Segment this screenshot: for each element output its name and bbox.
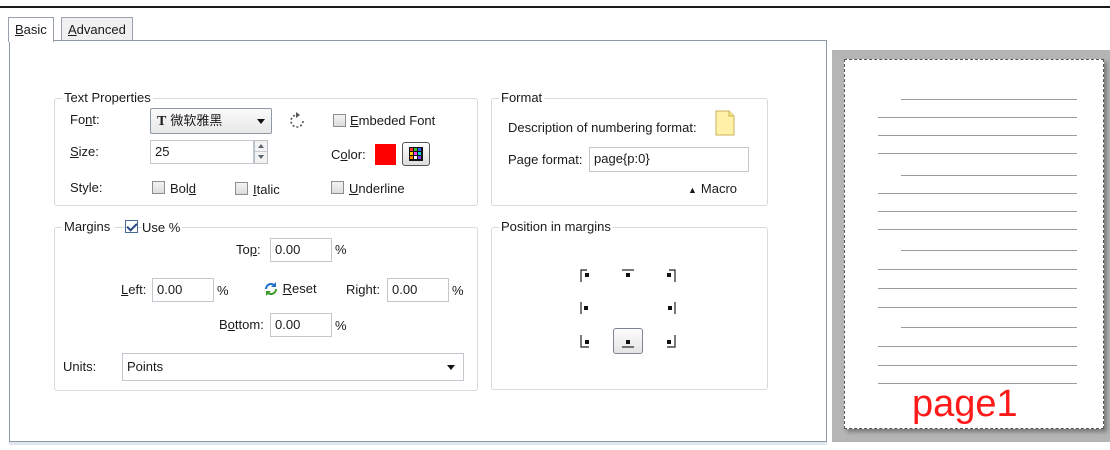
preview-line [878, 269, 1077, 270]
preview-line [878, 153, 1077, 154]
chevron-down-icon [257, 119, 265, 124]
chevron-down-icon [447, 365, 455, 370]
font-value: 微软雅黑 [170, 113, 223, 128]
note-icon[interactable] [714, 110, 736, 136]
position-title: Position in margins [499, 219, 613, 235]
tab-bar: Basic Advanced [8, 17, 828, 42]
margins-title: Margins [62, 219, 115, 235]
stepper-down-icon[interactable] [255, 152, 267, 163]
top-percent: % [335, 242, 347, 257]
position-bottom-right-button[interactable] [660, 334, 676, 348]
margins-group: Margins Use % Top: 0.00 % Left: 0.00 % R… [54, 219, 478, 391]
position-top-left-button[interactable] [580, 269, 596, 283]
bottom-margin-input[interactable]: 0.00 [270, 313, 332, 337]
preview-page-number: page1 [912, 383, 1018, 425]
left-percent: % [217, 283, 229, 298]
macro-button[interactable]: ▲ Macro [688, 181, 737, 198]
embeded-font-label: Embeded Font [350, 113, 436, 128]
position-middle-right-button[interactable] [660, 301, 676, 315]
bold-label: Bold [170, 181, 197, 196]
format-title: Format [499, 90, 545, 106]
format-group: Format Description of numbering format: … [491, 90, 768, 206]
left-label: Left: [121, 282, 147, 297]
top-label: Top: [236, 242, 261, 257]
color-label: Color: [331, 147, 366, 162]
font-combo[interactable]: T 微软雅黑 [150, 108, 272, 134]
reset-icon [265, 281, 277, 296]
size-input[interactable]: 25 [150, 140, 254, 164]
italic-checkbox[interactable] [235, 182, 248, 195]
size-stepper[interactable] [254, 140, 268, 164]
color-swatch[interactable] [375, 144, 396, 165]
preview-line [878, 307, 1077, 308]
preview-line [878, 346, 1077, 347]
truetype-font-icon: T [157, 114, 167, 129]
units-select[interactable]: Points [122, 353, 464, 381]
italic-label: Italic [253, 182, 280, 197]
top-border [0, 6, 1110, 8]
preview-line [878, 193, 1077, 194]
preview-line [878, 229, 1077, 230]
underline-label: Underline [349, 181, 405, 196]
preview-line [901, 250, 1077, 251]
units-label: Units: [63, 359, 97, 374]
preview-line [901, 175, 1077, 176]
bold-checkbox[interactable] [152, 181, 165, 194]
bottom-percent: % [335, 318, 347, 333]
reset-button[interactable]: Reset [263, 280, 317, 300]
tab-basic[interactable]: Basic [8, 17, 54, 42]
font-label: Font: [70, 112, 100, 127]
panel-bottom-edge [9, 442, 827, 445]
style-label: Style: [70, 180, 103, 195]
preview-line [878, 365, 1077, 366]
preview-page [844, 59, 1104, 429]
preview-line [878, 135, 1077, 136]
text-properties-title: Text Properties [62, 90, 153, 106]
position-top-right-button[interactable] [660, 269, 676, 283]
color-picker-button[interactable] [402, 142, 430, 166]
use-percent-label: Use % [142, 220, 183, 236]
page-format-label: Page format: [508, 152, 583, 167]
top-margin-input[interactable]: 0.00 [270, 238, 332, 262]
position-bottom-center-button[interactable] [613, 328, 643, 354]
preview-line [878, 288, 1077, 289]
page-format-input[interactable]: page{p:0} [589, 147, 749, 172]
tab-advanced[interactable]: Advanced [61, 17, 133, 41]
preview-line [901, 327, 1077, 328]
left-margin-input[interactable]: 0.00 [152, 278, 214, 302]
triangle-up-icon: ▲ [688, 185, 697, 195]
right-percent: % [452, 283, 464, 298]
text-properties-group: Text Properties Font: T 微软雅黑 Embeded Font… [54, 90, 478, 206]
preview-line [901, 99, 1077, 100]
position-bottom-left-button[interactable] [580, 334, 596, 348]
position-group: Position in margins [491, 219, 768, 390]
preview-line [878, 117, 1077, 118]
underline-checkbox[interactable] [331, 181, 344, 194]
use-percent-checkbox[interactable] [125, 220, 138, 233]
bottom-label: Bottom: [219, 317, 264, 332]
color-palette-icon [409, 147, 423, 161]
stepper-up-icon[interactable] [255, 141, 267, 152]
preview-line [878, 211, 1077, 212]
description-label: Description of numbering format: [508, 120, 697, 135]
settings-panel: Text Properties Font: T 微软雅黑 Embeded Font… [9, 40, 827, 442]
embeded-font-checkbox[interactable] [333, 114, 346, 127]
position-middle-left-button[interactable] [580, 301, 596, 315]
right-margin-input[interactable]: 0.00 [387, 278, 449, 302]
position-bottom-center-icon [622, 340, 634, 348]
position-top-center-button[interactable] [620, 269, 636, 283]
size-label: Size: [70, 144, 99, 159]
refresh-fonts-icon[interactable] [287, 111, 307, 131]
right-label: Right: [346, 282, 380, 297]
